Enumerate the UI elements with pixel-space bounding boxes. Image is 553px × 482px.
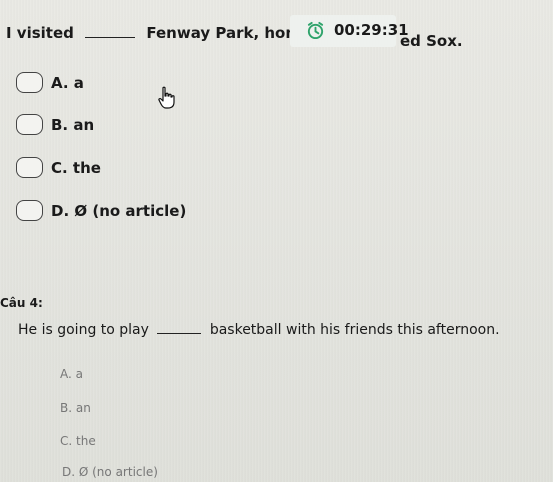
question-2-stem: He is going to play basketball with his … bbox=[18, 322, 500, 338]
question-1-text-tail: ed Sox. bbox=[400, 32, 463, 50]
question-2-option-b[interactable]: B. an bbox=[60, 401, 91, 415]
option-label: C. the bbox=[60, 434, 96, 448]
question-2-text-before: He is going to play bbox=[18, 322, 149, 338]
option-label: A. a bbox=[51, 73, 84, 92]
radio-button[interactable] bbox=[16, 200, 43, 221]
option-label: B. an bbox=[51, 115, 95, 134]
question-2-blank bbox=[157, 333, 202, 334]
question-1-stem: I visited Fenway Park, home of bbox=[6, 24, 333, 42]
option-label: C. the bbox=[51, 158, 101, 177]
countdown-timer: 00:29:31 bbox=[290, 15, 409, 47]
question-1-tail: ed Sox. bbox=[400, 32, 463, 50]
alarm-clock-icon bbox=[307, 21, 324, 40]
question-1-blank bbox=[85, 37, 136, 38]
question-1-option-c[interactable]: C. the bbox=[16, 157, 101, 178]
radio-button[interactable] bbox=[16, 114, 43, 135]
question-1-text-before: I visited bbox=[6, 24, 74, 42]
hand-pointer-icon bbox=[158, 86, 175, 109]
question-2-option-d[interactable]: D. Ø (no article) bbox=[62, 465, 158, 479]
option-label: D. Ø (no article) bbox=[62, 465, 158, 479]
radio-button[interactable] bbox=[16, 72, 43, 93]
radio-button[interactable] bbox=[16, 157, 43, 178]
question-1-option-b[interactable]: B. an bbox=[16, 114, 94, 135]
question-1-option-a[interactable]: A. a bbox=[16, 72, 84, 93]
timer-value: 00:29:31 bbox=[334, 21, 409, 39]
question-1-option-d[interactable]: D. Ø (no article) bbox=[16, 200, 186, 221]
option-label: A. a bbox=[60, 367, 83, 381]
option-label: D. Ø (no article) bbox=[51, 201, 187, 220]
option-label: B. an bbox=[60, 401, 91, 415]
question-2-option-a[interactable]: A. a bbox=[60, 367, 83, 381]
question-2-option-c[interactable]: C. the bbox=[60, 434, 96, 448]
question-2-text-after: basketball with his friends this afterno… bbox=[209, 322, 500, 338]
question-2-label: Câu 4: bbox=[0, 296, 43, 310]
